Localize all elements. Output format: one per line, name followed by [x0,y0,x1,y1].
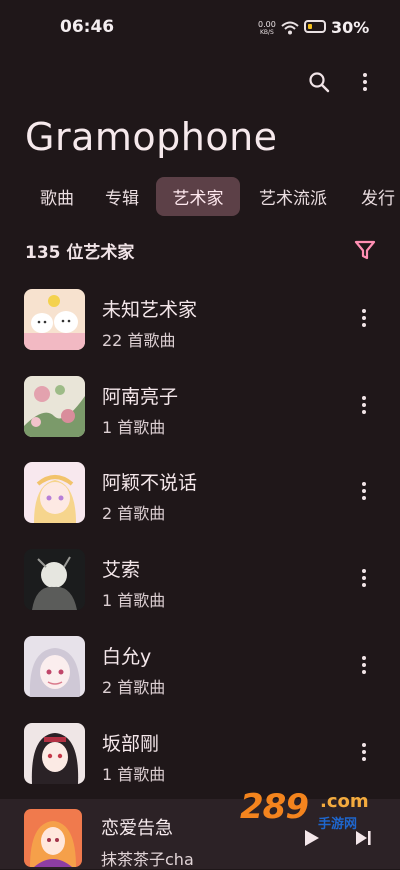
app-title: Gramophone [25,115,278,159]
artist-avatar [24,549,85,610]
artist-song-count: 2 首歌曲 [102,678,166,697]
more-vert-icon [362,396,366,414]
site-watermark: 289 .com 手游网 [240,787,380,837]
now-playing-artwork [24,809,82,867]
tab-songs[interactable]: 歌曲 [28,177,86,216]
artist-avatar [24,636,85,697]
filter-icon [354,240,376,260]
artist-avatar [24,462,85,523]
artist-name: 阿颖不说话 [102,472,198,494]
artist-row[interactable]: 坂部剛 1 首歌曲 [0,723,400,793]
artist-row[interactable]: 艾索 1 首歌曲 [0,549,400,619]
artist-menu-button[interactable] [352,737,376,767]
more-vert-icon [362,743,366,761]
artist-song-count: 1 首歌曲 [102,591,166,610]
now-playing-artist: 抹茶茶子cha [101,850,194,869]
artist-song-count: 1 首歌曲 [102,418,166,437]
artist-menu-button[interactable] [352,390,376,420]
overflow-menu-button[interactable] [351,68,379,96]
artist-row[interactable]: 未知艺术家 22 首歌曲 [0,289,400,359]
artist-menu-button[interactable] [352,563,376,593]
artist-song-count: 22 首歌曲 [102,331,176,350]
tab-genres[interactable]: 艺术流派 [247,177,339,216]
artist-menu-button[interactable] [352,303,376,333]
search-icon [309,72,330,93]
status-time: 06:46 [60,17,115,37]
network-speed-unit: KB/S [259,29,274,36]
artist-name: 白允y [102,646,152,668]
tab-artists[interactable]: 艺术家 [156,177,240,216]
more-vert-icon [362,309,366,327]
artist-menu-button[interactable] [352,476,376,506]
search-button[interactable] [305,68,333,96]
tab-releases[interactable]: 发行 [350,177,400,216]
more-vert-icon [362,656,366,674]
tab-bar: 歌曲 专辑 艺术家 艺术流派 发行 [0,177,400,217]
artist-song-count: 2 首歌曲 [102,504,166,523]
artist-row[interactable]: 阿颖不说话 2 首歌曲 [0,462,400,532]
more-vert-icon [362,569,366,587]
more-vert-icon [362,482,366,500]
artist-name: 艾索 [102,559,141,581]
artist-avatar [24,376,85,437]
more-vert-icon [363,73,367,91]
artist-avatar [24,723,85,784]
artist-name: 阿南亮子 [102,386,179,408]
wifi-icon [281,20,299,39]
artist-avatar [24,289,85,350]
filter-button[interactable] [353,238,377,262]
tab-albums[interactable]: 专辑 [93,177,151,216]
artist-song-count: 1 首歌曲 [102,765,166,784]
status-bar: 06:46 0.00 KB/S 30% [0,0,400,56]
artist-row[interactable]: 阿南亮子 1 首歌曲 [0,376,400,446]
battery-icon [304,20,326,33]
artist-row[interactable]: 白允y 2 首歌曲 [0,636,400,706]
watermark-number: 289 [240,787,309,827]
artist-name: 未知艺术家 [102,299,198,321]
network-speed: 0.00 KB/S [258,21,276,37]
network-speed-value: 0.00 [258,20,276,29]
artist-name: 坂部剛 [102,733,160,755]
battery-percent: 30% [331,18,370,37]
watermark-domain: .com [320,791,369,812]
artist-count: 135 位艺术家 [25,243,135,263]
watermark-site-name: 手游网 [318,817,358,832]
artist-menu-button[interactable] [352,650,376,680]
now-playing-title: 恋爱告急 [101,818,173,839]
